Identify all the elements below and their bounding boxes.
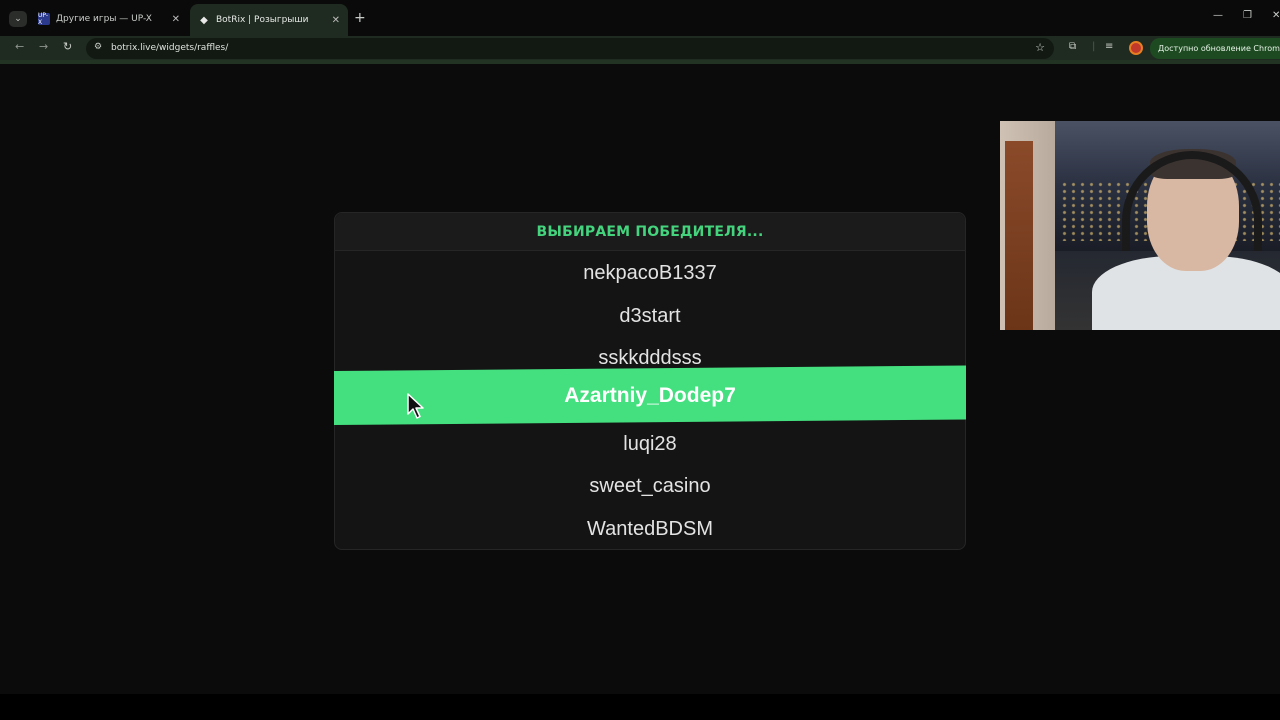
headphones [1122, 151, 1262, 251]
raffle-winner: Azartniy_Dodep7 [564, 384, 736, 407]
close-window-icon[interactable]: ✕ [1272, 10, 1280, 21]
tab-bar: ⌄ UP-X Другие игры — UP-X ✕ ◆ BotRix | Р… [0, 0, 1280, 36]
webcam-overlay [1000, 121, 1280, 330]
close-icon[interactable]: ✕ [332, 15, 340, 26]
bottom-strip [0, 694, 1280, 720]
raffle-entry: d3start [619, 305, 681, 327]
url-text[interactable]: botrix.live/widgets/raffles/ [111, 43, 228, 53]
raffle-entry: luqi28 [623, 433, 677, 455]
cam-door [1005, 141, 1033, 330]
tab-upx[interactable]: UP-X Другие игры — UP-X ✕ [30, 6, 188, 32]
address-bar[interactable]: ⚙ botrix.live/widgets/raffles/ ☆ [86, 38, 1054, 59]
botrix-favicon-icon: ◆ [200, 14, 208, 26]
streamer [1062, 141, 1280, 330]
tab-botrix[interactable]: ◆ BotRix | Розыгрыши ✕ [190, 4, 348, 36]
tab-title: Другие игры — UP-X [56, 14, 152, 24]
raffle-header: ВЫБИРАЕМ ПОБЕДИТЕЛЯ... [335, 213, 965, 251]
new-tab-button[interactable]: + [354, 10, 366, 26]
chevron-down-icon[interactable]: ⌄ [9, 11, 27, 27]
toolbar-divider-line [0, 60, 1280, 64]
arrow-left-icon[interactable]: ← [15, 40, 24, 53]
raffle-entry: nekpacoB1337 [583, 262, 717, 284]
upx-favicon-icon: UP-X [38, 12, 50, 26]
browser-toolbar: ← → ↻ ⚙ botrix.live/widgets/raffles/ ☆ ⧉… [0, 36, 1280, 60]
star-icon[interactable]: ☆ [1035, 41, 1045, 54]
toolbar-divider: | [1092, 41, 1096, 52]
profile-avatar[interactable] [1129, 41, 1143, 55]
raffle-entry: WantedBDSM [587, 518, 713, 540]
raffle-entry: sweet_casino [589, 475, 711, 497]
tab-title: BotRix | Розыгрыши [216, 15, 309, 25]
media-queue-icon[interactable]: ≡ [1105, 41, 1113, 52]
restore-icon[interactable]: ❐ [1243, 10, 1252, 21]
close-icon[interactable]: ✕ [172, 14, 180, 25]
mouse-cursor-icon [407, 393, 424, 419]
reload-icon[interactable]: ↻ [63, 40, 72, 53]
puzzle-icon[interactable]: ⧉ [1069, 41, 1076, 52]
site-settings-icon[interactable]: ⚙ [94, 42, 102, 52]
arrow-right-icon[interactable]: → [39, 40, 48, 53]
minimize-icon[interactable]: — [1213, 10, 1223, 21]
chrome-update-button[interactable]: Доступно обновление Chrome [1150, 38, 1280, 59]
